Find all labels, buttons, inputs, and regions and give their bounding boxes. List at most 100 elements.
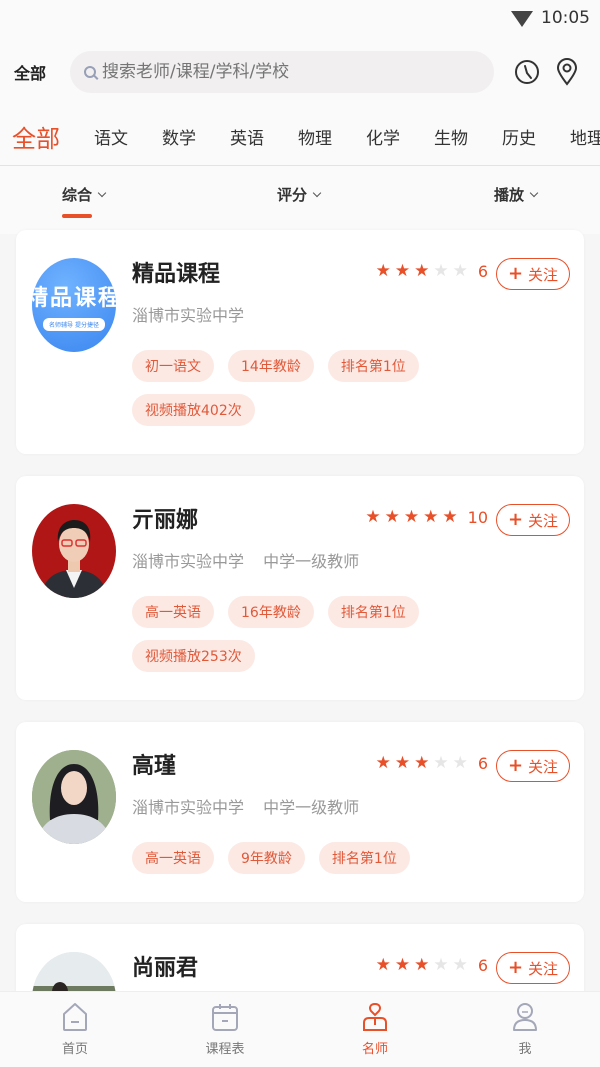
- star-rating: ★ ★ ★ ★ ★ 6: [376, 956, 488, 975]
- teacher-list: 精品课程 名师辅导 提分捷径 精品课程 淄博市实验中学 ★ ★ ★ ★ ★ 6 …: [0, 230, 600, 1064]
- teacher-name: 高瑾: [132, 754, 177, 779]
- search-box[interactable]: [70, 51, 494, 93]
- teacher-info: 淄博市实验中学: [132, 302, 244, 326]
- plus-icon: +: [507, 755, 524, 776]
- tab-label: 名师: [361, 1042, 388, 1057]
- teacher-info: 淄博市实验中学 中学一级教师: [132, 548, 359, 572]
- star-filled-icon: ★: [384, 507, 400, 527]
- sort-rating[interactable]: 评分: [277, 184, 322, 205]
- star-filled-icon: ★: [442, 507, 458, 527]
- teacher-name: 尚丽君: [132, 956, 199, 981]
- tag: 排名第1位: [327, 350, 419, 382]
- search-input[interactable]: [102, 62, 462, 82]
- subject-tab-math[interactable]: 数学: [162, 124, 196, 149]
- star-empty-icon: ★: [433, 261, 449, 281]
- follow-button[interactable]: + 关注: [496, 504, 570, 536]
- location-pin-icon[interactable]: [556, 58, 578, 86]
- rating-score: 10: [467, 508, 488, 527]
- avatar: [32, 750, 116, 844]
- avatar: [32, 504, 116, 598]
- teacher-photo: [40, 520, 108, 598]
- tag: 排名第1位: [327, 596, 419, 628]
- subject-tab-history[interactable]: 历史: [502, 124, 536, 149]
- follow-button[interactable]: + 关注: [496, 952, 570, 984]
- home-icon: [63, 1003, 87, 1031]
- sort-bar: 综合 评分 播放: [0, 166, 600, 234]
- follow-label: 关注: [528, 511, 559, 530]
- top-bar: 全部: [0, 36, 600, 108]
- follow-button[interactable]: + 关注: [496, 258, 570, 290]
- star-filled-icon: ★: [403, 507, 420, 527]
- tag: 9年教龄: [228, 842, 305, 874]
- star-empty-icon: ★: [452, 955, 468, 975]
- sort-plays[interactable]: 播放: [494, 184, 539, 205]
- bottom-tab-bar: 首页 课程表 名师 我: [0, 991, 600, 1067]
- follow-label: 关注: [528, 959, 559, 978]
- teacher-school: 淄博市实验中学: [132, 552, 245, 571]
- subject-tab-chinese[interactable]: 语文: [94, 124, 128, 149]
- tab-famous-teachers[interactable]: 名师: [300, 992, 450, 1067]
- status-time: 10:05: [541, 8, 590, 28]
- tag-list: 初一语文 14年教龄 排名第1位 视频播放402次: [132, 350, 432, 426]
- teacher-school: 淄博市实验中学: [132, 798, 245, 817]
- tab-me[interactable]: 我: [450, 992, 600, 1067]
- tag: 初一语文: [132, 350, 214, 382]
- star-rating: ★ ★ ★ ★ ★ 6: [376, 754, 488, 773]
- tag: 视频播放402次: [132, 394, 255, 426]
- star-filled-icon: ★: [394, 955, 411, 975]
- rating-score: 6: [477, 262, 488, 281]
- tag: 视频播放253次: [132, 640, 255, 672]
- teacher-info: 淄博市实验中学 中学一级教师: [132, 794, 359, 818]
- star-filled-icon: ★: [375, 753, 391, 773]
- star-filled-icon: ★: [394, 753, 411, 773]
- avatar-subtitle: 名师辅导 提分捷径: [43, 317, 105, 331]
- teacher-school: 淄博市实验中学: [132, 306, 245, 325]
- star-filled-icon: ★: [414, 261, 430, 281]
- subject-tabs: 全部 语文 数学 英语 物理 化学 生物 历史 地理: [0, 108, 600, 166]
- teacher-card[interactable]: 精品课程 名师辅导 提分捷径 精品课程 淄博市实验中学 ★ ★ ★ ★ ★ 6 …: [16, 230, 584, 454]
- star-empty-icon: ★: [433, 753, 449, 773]
- sort-label: 综合: [62, 186, 93, 204]
- subject-tab-chemistry[interactable]: 化学: [366, 124, 400, 149]
- subject-tab-all[interactable]: 全部: [12, 119, 60, 154]
- star-filled-icon: ★: [365, 507, 381, 527]
- clock-icon[interactable]: [514, 59, 540, 85]
- subject-tab-geography[interactable]: 地理: [570, 124, 600, 149]
- tab-home[interactable]: 首页: [0, 992, 150, 1067]
- teacher-name: 精品课程: [132, 262, 221, 287]
- calendar-icon: [212, 1004, 238, 1031]
- teacher-title: 中学一级教师: [263, 798, 360, 817]
- plus-icon: +: [507, 957, 524, 978]
- star-empty-icon: ★: [452, 261, 468, 281]
- region-selector[interactable]: 全部: [14, 60, 70, 84]
- wifi-icon: [511, 11, 533, 27]
- subject-tab-english[interactable]: 英语: [230, 124, 264, 149]
- plus-icon: +: [507, 263, 524, 284]
- tab-schedule[interactable]: 课程表: [150, 992, 300, 1067]
- follow-label: 关注: [528, 757, 559, 776]
- status-bar: 10:05: [0, 0, 600, 36]
- subject-tab-physics[interactable]: 物理: [298, 124, 332, 149]
- tab-label: 首页: [61, 1042, 88, 1057]
- chevron-down-icon: [312, 188, 322, 197]
- follow-label: 关注: [528, 265, 559, 284]
- profile-icon: [513, 1003, 537, 1031]
- star-filled-icon: ★: [414, 955, 430, 975]
- sort-overall[interactable]: 综合: [62, 184, 107, 218]
- chevron-down-icon: [529, 188, 539, 197]
- teacher-card[interactable]: 高瑾 淄博市实验中学 中学一级教师 ★ ★ ★ ★ ★ 6 + 关注 高一英语 …: [16, 722, 584, 902]
- active-sort-indicator: [62, 214, 92, 218]
- avatar: 精品课程 名师辅导 提分捷径: [32, 258, 116, 352]
- rating-score: 6: [477, 956, 488, 975]
- teacher-photo: [32, 750, 116, 844]
- follow-button[interactable]: + 关注: [496, 750, 570, 782]
- tag-list: 高一英语 9年教龄 排名第1位: [132, 842, 452, 874]
- subject-tab-biology[interactable]: 生物: [434, 124, 468, 149]
- sort-label: 评分: [277, 186, 308, 204]
- tag: 14年教龄: [228, 350, 314, 382]
- tag: 高一英语: [132, 596, 214, 628]
- tab-label: 我: [518, 1042, 532, 1057]
- tag: 高一英语: [132, 842, 214, 874]
- avatar-title: 精品课程: [32, 285, 116, 311]
- teacher-card[interactable]: 亓丽娜 淄博市实验中学 中学一级教师 ★ ★ ★ ★ ★ 10 + 关注 高一英…: [16, 476, 584, 700]
